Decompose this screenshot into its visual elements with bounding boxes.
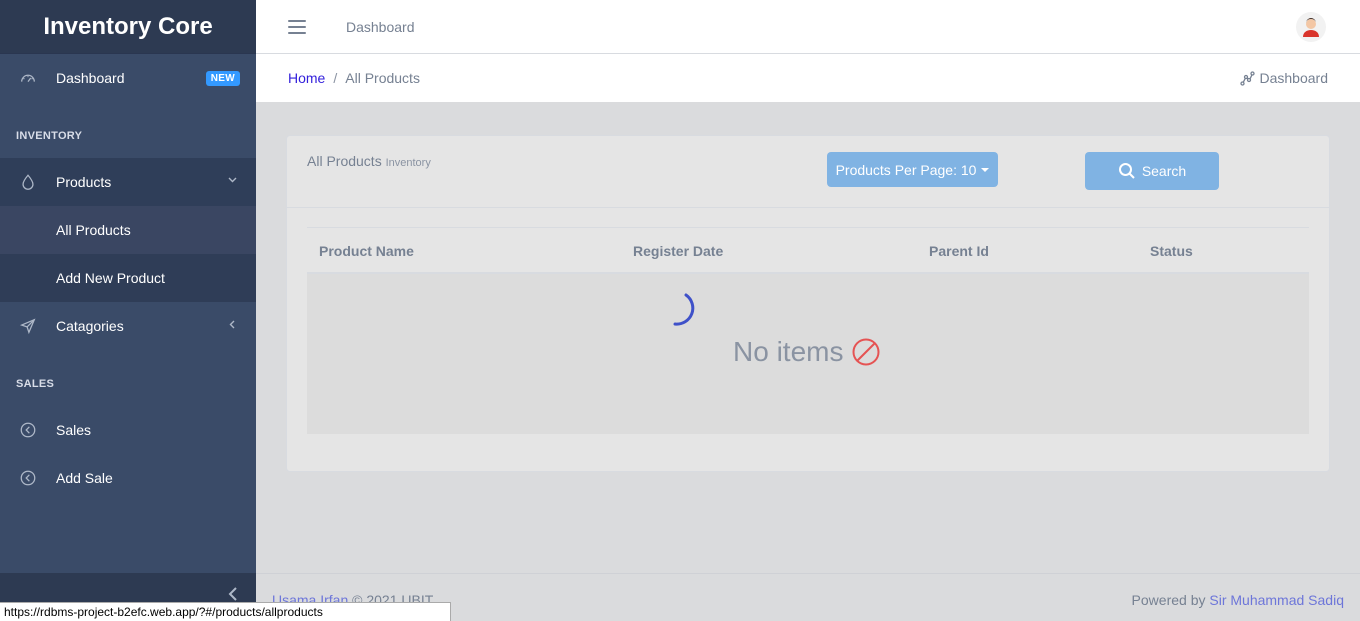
- sidebar-item-label: Catagories: [56, 318, 124, 334]
- drop-icon: [18, 172, 38, 192]
- chevron-left-icon: [226, 318, 238, 330]
- subheader-dashboard-link[interactable]: Dashboard: [1239, 70, 1329, 86]
- sidebar: Inventory Core Dashboard NEW INVENTORY P…: [0, 0, 256, 621]
- table-header: Product Name Register Date Parent Id Sta…: [307, 227, 1309, 274]
- per-page-label: Products Per Page: 10: [835, 161, 977, 178]
- sidebar-item-label: Sales: [56, 422, 92, 438]
- column-header-product-name[interactable]: Product Name: [319, 243, 414, 259]
- circle-arrow-icon: [18, 468, 38, 488]
- sidebar-item-label: Add Sale: [56, 470, 113, 486]
- loading-spinner-icon: [673, 293, 695, 326]
- column-header-parent-id[interactable]: Parent Id: [929, 243, 989, 259]
- footer-powered-link[interactable]: Sir Muhammad Sadiq: [1209, 592, 1344, 608]
- column-header-register-date[interactable]: Register Date: [633, 243, 723, 259]
- card-header: All Products Inventory Products Per Page…: [287, 136, 1329, 208]
- sidebar-item-dashboard[interactable]: Dashboard NEW: [0, 54, 256, 102]
- breadcrumb-current: All Products: [345, 70, 420, 86]
- graph-icon: [1239, 70, 1255, 86]
- card-title: All Products Inventory: [307, 153, 431, 169]
- products-card: All Products Inventory Products Per Page…: [286, 135, 1330, 472]
- section-title-sales: SALES: [16, 378, 55, 390]
- column-header-status[interactable]: Status: [1150, 243, 1193, 259]
- sidebar-item-add-sale[interactable]: Add Sale: [0, 454, 256, 502]
- footer-right: Powered by Sir Muhammad Sadiq: [1132, 592, 1344, 608]
- top-header: Dashboard: [256, 0, 1360, 54]
- footer-powered-prefix: Powered by: [1131, 592, 1206, 608]
- subheader-dashboard-label: Dashboard: [1259, 70, 1329, 86]
- header-dashboard-link[interactable]: Dashboard: [346, 19, 415, 35]
- card-title-text: All Products: [307, 153, 382, 169]
- new-badge: NEW: [205, 71, 240, 86]
- brand-title[interactable]: Inventory Core: [0, 0, 256, 54]
- subheader: Home / All Products Dashboard: [256, 54, 1360, 102]
- products-per-page-dropdown[interactable]: Products Per Page: 10: [827, 152, 998, 187]
- card-subtitle: Inventory: [385, 157, 431, 169]
- avatar[interactable]: [1296, 12, 1326, 42]
- section-title-inventory: INVENTORY: [16, 130, 83, 142]
- sidebar-item-add-new-product[interactable]: Add New Product: [0, 254, 256, 302]
- chevron-down-icon: [226, 174, 238, 186]
- hamburger-menu-icon[interactable]: [288, 19, 306, 34]
- breadcrumb-separator: /: [333, 70, 338, 86]
- browser-status-url: https://rdbms-project-b2efc.web.app/?#/p…: [0, 602, 451, 621]
- empty-state-text: No items: [733, 336, 844, 367]
- sidebar-item-sales[interactable]: Sales: [0, 406, 256, 454]
- sidebar-item-label: Products: [56, 174, 112, 190]
- sidebar-item-products[interactable]: Products: [0, 158, 256, 206]
- sidebar-item-label: Dashboard: [56, 70, 125, 86]
- ban-icon: [852, 338, 880, 366]
- sidebar-item-all-products[interactable]: All Products: [0, 206, 256, 254]
- search-button[interactable]: Search: [1085, 152, 1219, 190]
- table-body: No items: [307, 274, 1309, 434]
- circle-arrow-icon: [18, 420, 38, 440]
- speedometer-icon: [18, 68, 38, 88]
- breadcrumb-home-link[interactable]: Home: [288, 70, 325, 86]
- caret-down-icon: [981, 168, 990, 172]
- breadcrumb: Home / All Products: [288, 70, 420, 86]
- search-button-label: Search: [1141, 163, 1187, 179]
- search-icon: [1118, 163, 1135, 179]
- products-table: Product Name Register Date Parent Id Sta…: [307, 227, 1309, 434]
- sidebar-item-categories[interactable]: Catagories: [0, 302, 256, 350]
- empty-state: No items: [733, 336, 881, 368]
- paper-plane-icon: [18, 316, 38, 336]
